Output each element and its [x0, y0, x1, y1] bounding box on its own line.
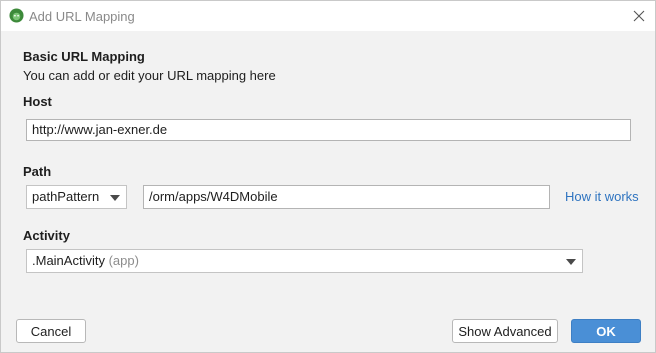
close-icon	[633, 10, 645, 22]
path-label: Path	[23, 164, 52, 179]
title-bar: Add URL Mapping	[1, 1, 655, 31]
close-button[interactable]	[629, 6, 649, 26]
host-input[interactable]: http://www.jan-exner.de	[26, 119, 631, 141]
activity-dropdown[interactable]: .MainActivity (app)	[26, 249, 583, 273]
section-heading: Basic URL Mapping	[23, 49, 145, 64]
path-type-dropdown[interactable]: pathPattern	[26, 185, 127, 209]
android-studio-icon	[9, 8, 24, 23]
path-type-value: pathPattern	[32, 189, 100, 204]
activity-name: .MainActivity	[32, 253, 105, 268]
ok-button[interactable]: OK	[571, 319, 641, 343]
chevron-down-icon	[110, 195, 120, 201]
section-description: You can add or edit your URL mapping her…	[23, 68, 276, 83]
show-advanced-button[interactable]: Show Advanced	[452, 319, 558, 343]
how-it-works-link[interactable]: How it works	[565, 189, 639, 204]
activity-label: Activity	[23, 228, 70, 243]
host-label: Host	[23, 94, 52, 109]
window-title: Add URL Mapping	[29, 9, 135, 24]
activity-module: (app)	[108, 253, 139, 268]
add-url-mapping-dialog: Add URL Mapping Basic URL Mapping You ca…	[0, 0, 656, 353]
path-input[interactable]: /orm/apps/W4DMobile	[143, 185, 550, 209]
cancel-button[interactable]: Cancel	[16, 319, 86, 343]
chevron-down-icon	[566, 259, 576, 265]
